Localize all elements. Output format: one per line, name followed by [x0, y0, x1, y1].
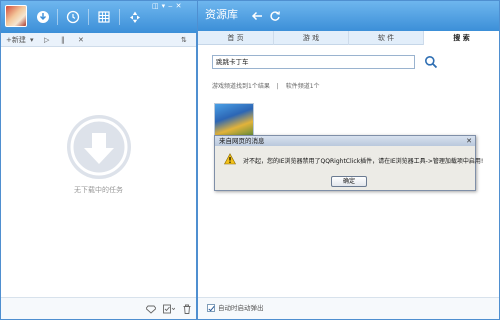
history-icon[interactable]: [65, 9, 81, 25]
check-list-icon[interactable]: [163, 303, 175, 315]
tab-home[interactable]: 首 页: [198, 31, 274, 45]
auto-popup-checkbox[interactable]: [207, 304, 215, 312]
results-separator: |: [276, 83, 279, 90]
tab-search[interactable]: 搜 索: [424, 31, 499, 45]
task-toolbar: +新建 ▾ ▷ ‖ ✕ ⇅: [1, 33, 196, 47]
right-header: 资源库: [198, 1, 499, 31]
page-title: 资源库: [205, 8, 238, 21]
grid-icon[interactable]: [96, 9, 112, 25]
tab-software[interactable]: 软 件: [349, 31, 424, 45]
webpage-message-dialog: 来自网页的消息 ✕ 对不起，您的IE浏览器禁用了QQRightClick插件，请…: [214, 135, 483, 191]
gem-icon[interactable]: [145, 303, 157, 315]
trash-icon[interactable]: [181, 303, 193, 315]
avatar[interactable]: [5, 5, 27, 27]
warning-icon: [223, 153, 237, 165]
pause-icon[interactable]: ‖: [61, 35, 65, 45]
games-result-link[interactable]: 游戏频道找到1个结果: [212, 83, 270, 90]
tab-games[interactable]: 游 戏: [274, 31, 349, 45]
dialog-title-text: 来自网页的消息: [219, 137, 265, 145]
close-icon[interactable]: ✕: [176, 3, 182, 10]
dialog-message: 对不起，您的IE浏览器禁用了QQRightClick插件，请在IE浏览器工具->…: [243, 158, 484, 165]
menu-icon[interactable]: ▾: [162, 3, 166, 10]
dialog-close-icon[interactable]: ✕: [465, 137, 473, 145]
task-list: 无下载中的任务: [1, 47, 196, 297]
search-icon[interactable]: [422, 53, 440, 71]
right-footer: 自动时启动弹出: [198, 297, 499, 319]
minimize-icon[interactable]: ‒: [168, 3, 172, 10]
start-icon[interactable]: ▷: [44, 35, 49, 45]
empty-message: 无下载中的任务: [74, 186, 123, 194]
new-task-button[interactable]: +新建: [6, 35, 26, 45]
refresh-icon[interactable]: [268, 9, 282, 23]
app-store-icon[interactable]: [127, 9, 143, 25]
auto-popup-label: 自动时启动弹出: [218, 304, 264, 312]
category-tabs: 首 页 游 戏 软 件 搜 索: [198, 31, 499, 45]
left-header: ◫ ▾ ‒ ✕: [1, 1, 198, 33]
download-pane: ◫ ▾ ‒ ✕ +新建 ▾ ▷ ‖ ✕ ⇅ 无下载中的任务: [0, 0, 198, 320]
empty-download-icon: [67, 115, 131, 179]
left-footer: [1, 297, 196, 319]
skin-icon[interactable]: ◫: [152, 3, 159, 10]
new-dropdown-icon[interactable]: ▾: [30, 35, 34, 45]
search-results-summary: 游戏频道找到1个结果 | 软件频道1个: [212, 81, 325, 90]
dialog-title: 来自网页的消息 ✕: [215, 136, 475, 146]
back-arrow-icon[interactable]: [250, 9, 264, 23]
delete-icon[interactable]: ✕: [78, 35, 84, 45]
sort-icon[interactable]: ⇅: [181, 35, 187, 45]
software-result-link[interactable]: 软件频道1个: [286, 83, 320, 90]
search-input[interactable]: 跳跳卡丁车: [212, 55, 415, 69]
download-icon[interactable]: [35, 9, 51, 25]
ok-button[interactable]: 确定: [331, 176, 367, 187]
